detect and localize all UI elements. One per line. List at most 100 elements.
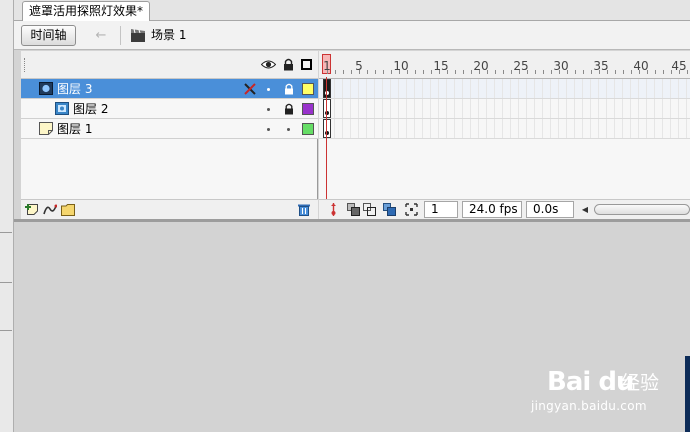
onion-skin-outline-icon[interactable]: [363, 203, 376, 216]
left-panel-strip: [0, 0, 14, 432]
layer-name: 图层 2: [73, 102, 109, 116]
outline-color-swatch[interactable]: [302, 123, 314, 135]
back-arrow-icon[interactable]: ←: [92, 27, 110, 44]
ruler-tick: [687, 70, 688, 74]
frame-row-layer-1[interactable]: [319, 119, 690, 139]
ruler-tick: [367, 70, 368, 74]
ruler-tick: [543, 70, 544, 74]
stage-area[interactable]: Bai du 经验 jingyan.baidu.com: [14, 222, 690, 432]
layer-row-3[interactable]: 图层 3: [21, 79, 318, 99]
document-tab-bar: 遮罩活用探照灯效果*: [14, 0, 690, 21]
scene-icon: [131, 28, 145, 42]
ruler-tick: [575, 70, 576, 74]
modify-onion-markers-icon[interactable]: [405, 203, 418, 216]
layer-name: 图层 3: [57, 82, 93, 96]
left-strip-divider: [0, 282, 12, 283]
ruler-tick: [471, 70, 472, 74]
current-frame-field[interactable]: 1: [424, 201, 458, 218]
lock-dot[interactable]: [287, 128, 290, 131]
lock-icon[interactable]: [283, 58, 294, 71]
visibility-dot[interactable]: [267, 88, 270, 91]
ruler-tick: [615, 70, 616, 74]
ruler-tick: [663, 70, 664, 74]
timeline-toggle-button[interactable]: 时间轴: [21, 25, 76, 46]
scene-label[interactable]: 场景 1: [151, 27, 186, 44]
scroll-left-button[interactable]: ◀: [579, 202, 591, 217]
trash-icon[interactable]: [297, 203, 311, 216]
watermark: Bai du 经验 jingyan.baidu.com: [531, 361, 671, 416]
ruler-tick: [415, 70, 416, 74]
ruler-tick: [455, 70, 456, 74]
visibility-dot[interactable]: [267, 128, 270, 131]
lock-icon[interactable]: [284, 83, 294, 95]
ruler-tick: [343, 70, 344, 74]
ruler-label: 10: [393, 59, 409, 73]
ruler-tick: [583, 70, 584, 74]
ruler-label: 5: [355, 59, 363, 73]
ruler-tick: [335, 70, 336, 74]
left-strip-divider: [0, 330, 12, 331]
timeline-status-bar: 1 24.0 fps 0.0s ◀: [319, 199, 690, 219]
add-layer-icon[interactable]: [25, 203, 39, 216]
add-motion-guide-icon[interactable]: [43, 203, 57, 216]
lock-icon[interactable]: [284, 103, 294, 115]
ruler-tick: [591, 70, 592, 74]
outline-icon[interactable]: [301, 59, 312, 70]
ruler-label: 35: [593, 59, 609, 73]
mask-layer-icon: [39, 82, 53, 95]
center-frame-icon[interactable]: [327, 203, 340, 216]
frame-row-layer-3[interactable]: [319, 79, 690, 99]
onion-skin-icon[interactable]: [347, 203, 360, 216]
ruler-tick: [623, 70, 624, 74]
watermark-text: 经验: [621, 372, 660, 394]
ruler-tick: [551, 70, 552, 74]
ruler-label: 25: [513, 59, 529, 73]
layer-row-1[interactable]: 图层 1: [21, 119, 318, 139]
ruler-tick: [375, 70, 376, 74]
elapsed-time-field: 0.0s: [526, 201, 574, 218]
ruler-label: 40: [633, 59, 649, 73]
ruler-label: 45: [671, 59, 687, 73]
frame-grid[interactable]: [319, 79, 690, 139]
visibility-dot[interactable]: [267, 108, 270, 111]
outline-color-swatch[interactable]: [302, 83, 314, 95]
left-strip-divider: [0, 232, 12, 233]
eye-icon[interactable]: [261, 59, 276, 70]
ruler-label: 1: [323, 59, 331, 73]
new-folder-icon[interactable]: [61, 203, 75, 216]
ruler-tick: [655, 70, 656, 74]
timeline-frames-panel: 1 5 10 15 20 25 30 35 40 45 1 24.0 fps 0…: [319, 51, 690, 219]
panel-grip-icon[interactable]: [24, 58, 27, 72]
ruler-tick: [351, 70, 352, 74]
layer-header: [21, 51, 318, 79]
ruler-label: 20: [473, 59, 489, 73]
ruler-tick: [391, 70, 392, 74]
ruler-tick: [503, 70, 504, 74]
document-tab[interactable]: 遮罩活用探照灯效果*: [22, 1, 151, 21]
ruler-tick: [423, 70, 424, 74]
ruler-label: 30: [553, 59, 569, 73]
ruler-tick: [631, 70, 632, 74]
toolbar-separator: [120, 26, 121, 45]
edit-bar: 时间轴 ← 场景 1: [14, 21, 690, 50]
pencil-icon: [244, 83, 256, 95]
keyframe[interactable]: [323, 119, 331, 138]
frame-rate-field[interactable]: 24.0 fps: [462, 201, 522, 218]
ruler-tick: [495, 70, 496, 74]
keyframe[interactable]: [323, 99, 331, 118]
stage-canvas[interactable]: [685, 356, 690, 432]
ruler-tick: [383, 70, 384, 74]
ruler-label: 15: [433, 59, 449, 73]
edit-multiple-frames-icon[interactable]: [383, 203, 396, 216]
frame-row-layer-2[interactable]: [319, 99, 690, 119]
layer-footer: [21, 199, 318, 219]
playhead-line: [326, 77, 327, 199]
layer-name: 图层 1: [57, 122, 93, 136]
keyframe[interactable]: [323, 79, 331, 98]
layer-row-2[interactable]: 图层 2: [21, 99, 318, 119]
watermark-url: jingyan.baidu.com: [531, 399, 647, 413]
outline-color-swatch[interactable]: [302, 103, 314, 115]
frame-ruler[interactable]: 1 5 10 15 20 25 30 35 40 45: [319, 51, 690, 79]
normal-layer-icon: [39, 122, 53, 135]
horizontal-scrollbar[interactable]: [594, 204, 690, 215]
